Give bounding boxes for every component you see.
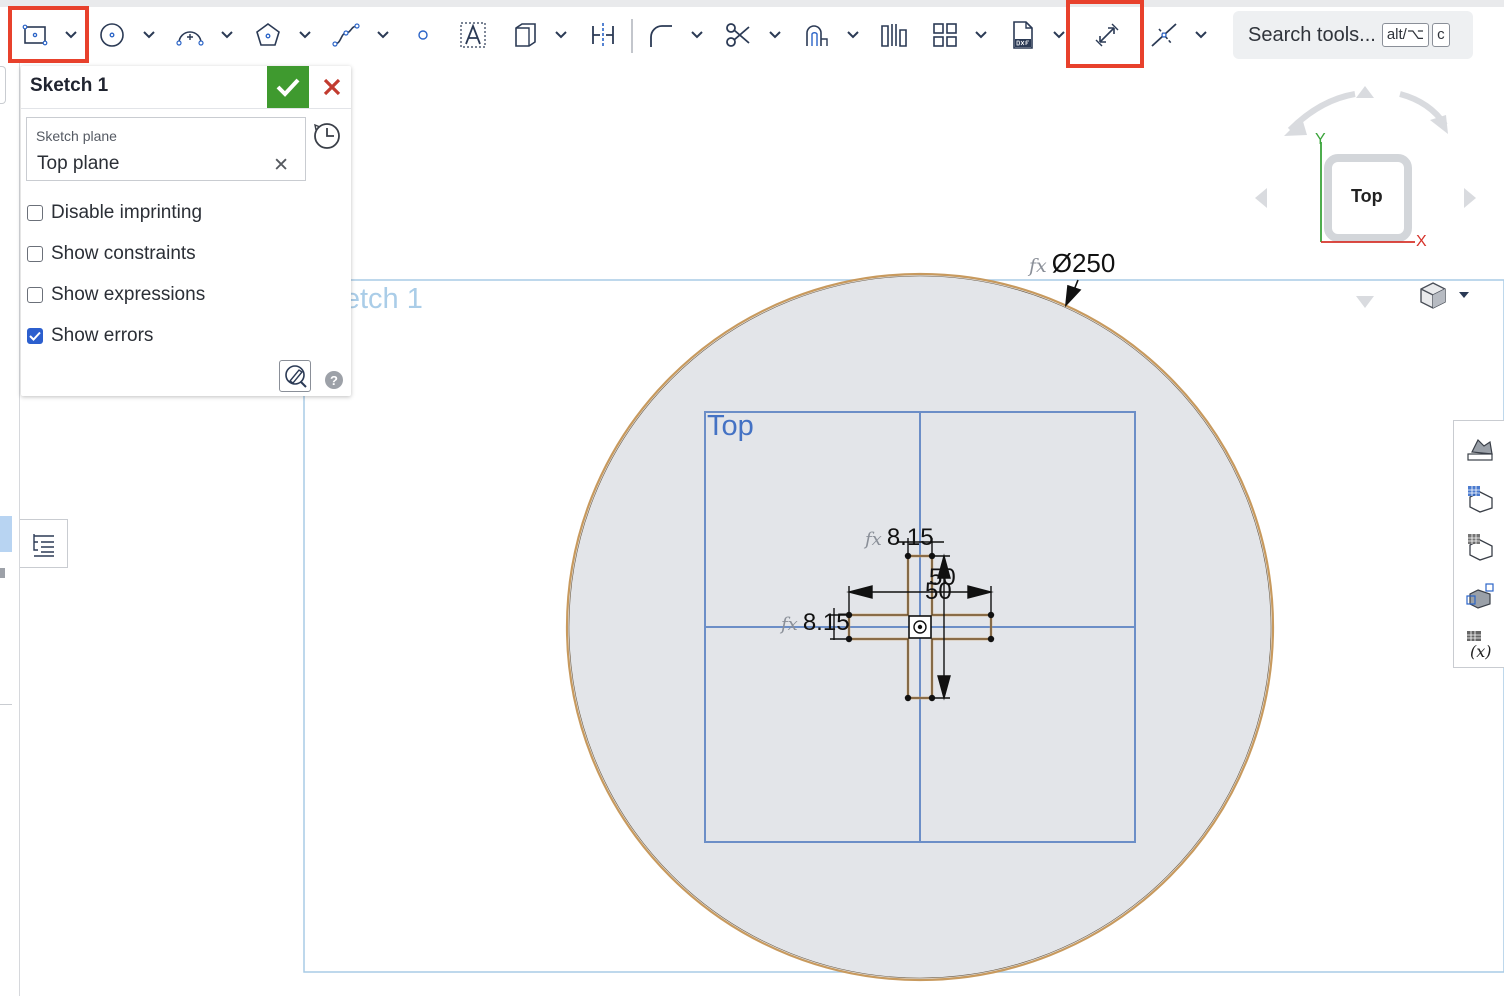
fx-icon: fx bbox=[1029, 255, 1047, 277]
width-left-value: 8.15 bbox=[802, 609, 850, 636]
option-show-expressions[interactable]: Show expressions bbox=[27, 284, 205, 306]
option-show-errors[interactable]: Show errors bbox=[27, 325, 153, 347]
option-show-constraints[interactable]: Show constraints bbox=[27, 243, 196, 265]
sketch-plane-value: Top plane bbox=[37, 153, 120, 174]
sketch-dialog: Sketch 1 Sketch plane Top plane ✕ Disabl… bbox=[21, 66, 351, 396]
axis-x-label: X bbox=[1416, 233, 1427, 250]
width-top-value: 8.15 bbox=[886, 524, 934, 551]
view-cube-face-label: Top bbox=[1351, 186, 1383, 206]
option-label: Disable imprinting bbox=[51, 202, 203, 223]
list-icon bbox=[32, 533, 54, 557]
check-icon bbox=[29, 331, 41, 341]
sketch-settings-button[interactable] bbox=[279, 360, 311, 392]
dialog-divider bbox=[21, 108, 351, 109]
sketch-plane-label: Sketch plane bbox=[36, 128, 117, 144]
close-icon bbox=[323, 78, 341, 96]
option-label: Show constraints bbox=[51, 243, 196, 264]
feature-list-button[interactable] bbox=[20, 519, 68, 568]
plane-label: Top bbox=[707, 410, 754, 442]
dialog-title: Sketch 1 bbox=[30, 75, 109, 96]
option-label: Show errors bbox=[51, 325, 154, 346]
cancel-button[interactable] bbox=[313, 66, 351, 108]
option-label: Show expressions bbox=[51, 284, 206, 305]
check-icon bbox=[276, 78, 300, 97]
appearance-icon[interactable] bbox=[1454, 423, 1504, 473]
checkbox[interactable] bbox=[27, 287, 43, 303]
view-options[interactable] bbox=[1418, 280, 1472, 310]
option-disable-imprinting[interactable]: Disable imprinting bbox=[27, 202, 202, 224]
dimension-diameter-leader bbox=[1064, 279, 1082, 308]
sketch-plane-field[interactable]: Sketch plane Top plane ✕ bbox=[26, 117, 306, 181]
width-dimension-top[interactable]: fx 8.15 bbox=[865, 524, 934, 552]
right-sidebar: (x) bbox=[1453, 420, 1504, 668]
pencil-magnifier-icon bbox=[285, 365, 307, 388]
section-view-icon[interactable] bbox=[1454, 473, 1504, 523]
variables-icon[interactable]: (x) bbox=[1454, 619, 1504, 669]
history-icon[interactable] bbox=[312, 121, 342, 156]
accept-button[interactable] bbox=[267, 66, 309, 108]
chevron-down-icon bbox=[1459, 292, 1469, 298]
diameter-dimension[interactable]: fx Ø250 bbox=[1029, 248, 1115, 279]
axis-y-label: Y bbox=[1315, 131, 1326, 148]
length-vertical-value[interactable]: 50 bbox=[929, 564, 956, 592]
cube-icon bbox=[1420, 282, 1446, 309]
diameter-value: Ø250 bbox=[1051, 248, 1116, 278]
clear-plane-icon[interactable]: ✕ bbox=[273, 154, 289, 177]
checkbox[interactable] bbox=[27, 246, 43, 262]
display-states-icon[interactable] bbox=[1454, 571, 1504, 621]
mate-connector-icon[interactable] bbox=[1454, 521, 1504, 571]
checkbox[interactable] bbox=[27, 205, 43, 221]
fx-icon: fx bbox=[781, 614, 798, 635]
help-icon[interactable]: ? bbox=[325, 371, 343, 389]
svg-text:(x): (x) bbox=[1470, 642, 1492, 661]
width-dimension-left[interactable]: fx 8.15 bbox=[781, 609, 850, 637]
checkbox-checked[interactable] bbox=[27, 328, 43, 344]
fx-icon: fx bbox=[865, 529, 882, 550]
